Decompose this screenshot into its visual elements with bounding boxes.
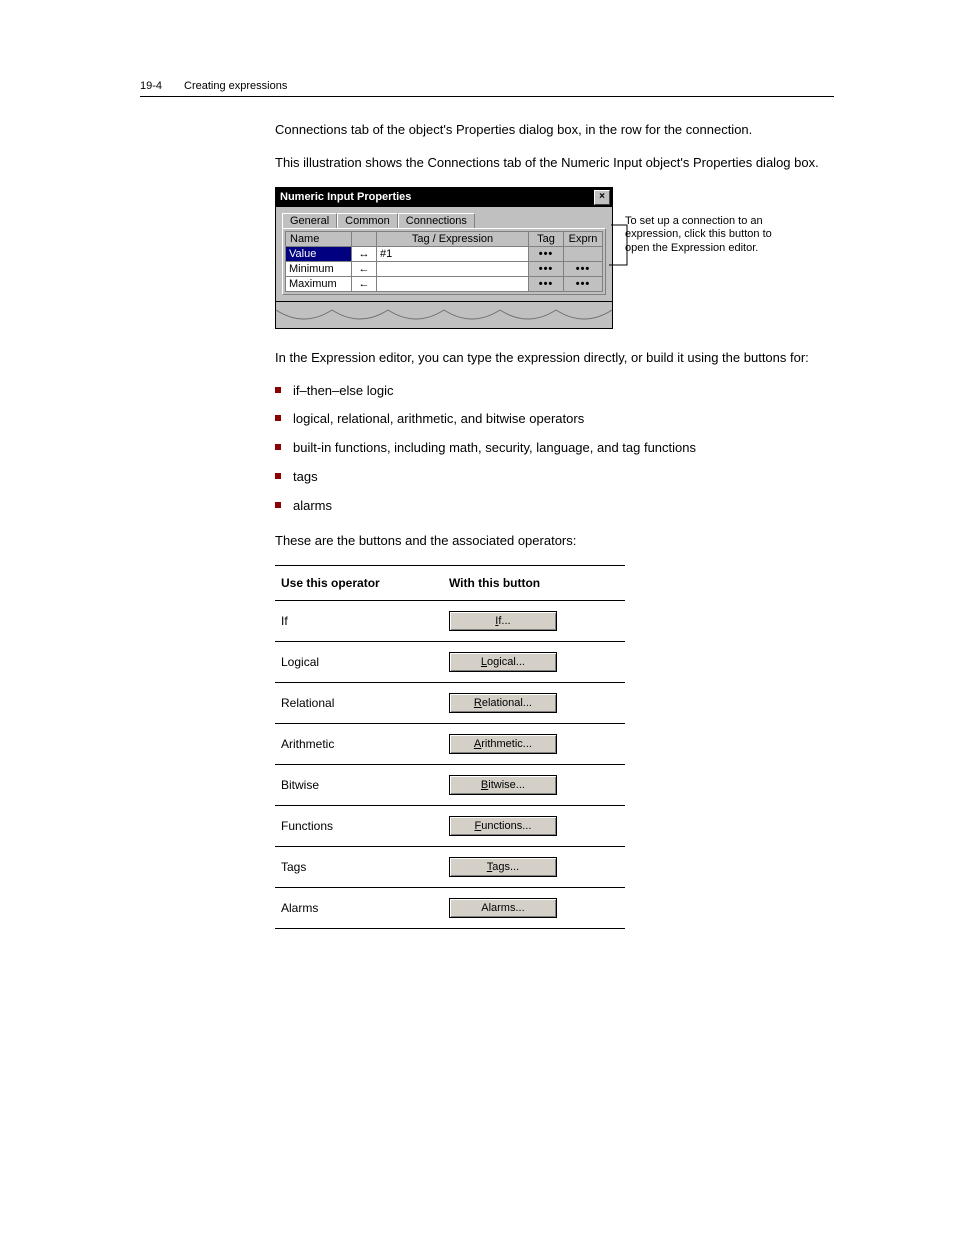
functions-button[interactable]: Functions... bbox=[449, 816, 557, 836]
cell-expr-max[interactable] bbox=[377, 276, 529, 291]
relational-button[interactable]: Relational... bbox=[449, 693, 557, 713]
col-tag: Tag bbox=[529, 231, 564, 246]
list-item: if–then–else logic bbox=[275, 382, 834, 401]
chapter-number: 19-4 bbox=[140, 80, 170, 92]
optable-header-button: With this button bbox=[443, 565, 625, 600]
list-item: built-in functions, including math, secu… bbox=[275, 439, 834, 458]
tab-common[interactable]: Common bbox=[337, 213, 398, 228]
col-direction bbox=[352, 231, 377, 246]
op-name: Arithmetic bbox=[275, 723, 443, 764]
exprn-cell-disabled bbox=[564, 246, 603, 261]
tag-browse-button[interactable]: ••• bbox=[529, 276, 564, 291]
cell-name-value: Value bbox=[286, 246, 352, 261]
chapter-title: Creating expressions bbox=[184, 80, 287, 92]
row-minimum: Minimum ••• ••• bbox=[286, 261, 603, 276]
expression-browse-button[interactable]: ••• bbox=[564, 261, 603, 276]
list-item: tags bbox=[275, 468, 834, 487]
table-row: If If... bbox=[275, 600, 625, 641]
alarms-button[interactable]: Alarms... bbox=[449, 898, 557, 918]
callout-text: To set up a connection to an expression,… bbox=[625, 215, 785, 256]
op-name: If bbox=[275, 600, 443, 641]
tab-connections[interactable]: Connections bbox=[398, 213, 475, 228]
op-name: Logical bbox=[275, 641, 443, 682]
cell-name-min: Minimum bbox=[286, 261, 352, 276]
arithmetic-button[interactable]: Arithmetic... bbox=[449, 734, 557, 754]
op-name: Bitwise bbox=[275, 764, 443, 805]
expression-browse-button[interactable]: ••• bbox=[564, 276, 603, 291]
tab-panel: Name Tag / Expression Tag Exprn Value #1… bbox=[282, 228, 606, 295]
cell-expr-value[interactable]: #1 bbox=[377, 246, 529, 261]
operator-button-table: Use this operator With this button If If… bbox=[275, 565, 625, 929]
table-row: Functions Functions... bbox=[275, 805, 625, 846]
optable-header-operator: Use this operator bbox=[275, 565, 443, 600]
table-row: Alarms Alarms... bbox=[275, 887, 625, 928]
op-name: Alarms bbox=[275, 887, 443, 928]
dialog-title: Numeric Input Properties bbox=[280, 191, 594, 203]
col-name: Name bbox=[286, 231, 352, 246]
cell-expr-min[interactable] bbox=[377, 261, 529, 276]
intro-paragraph-1: Connections tab of the object's Properti… bbox=[275, 121, 834, 140]
mid-paragraph: In the Expression editor, you can type t… bbox=[275, 349, 834, 368]
col-exprn: Exprn bbox=[564, 231, 603, 246]
tab-general[interactable]: General bbox=[282, 213, 337, 228]
tag-browse-button[interactable]: ••• bbox=[529, 246, 564, 261]
dialog-titlebar: Numeric Input Properties × bbox=[276, 188, 612, 207]
intro-paragraph-2: This illustration shows the Connections … bbox=[275, 154, 834, 173]
cell-name-max: Maximum bbox=[286, 276, 352, 291]
torn-edge bbox=[275, 302, 613, 329]
numeric-input-properties-dialog: Numeric Input Properties × General Commo… bbox=[275, 187, 613, 302]
table-row: Tags Tags... bbox=[275, 846, 625, 887]
logical-button[interactable]: Logical... bbox=[449, 652, 557, 672]
dialog-screenshot: Numeric Input Properties × General Commo… bbox=[275, 187, 655, 329]
table-row: Bitwise Bitwise... bbox=[275, 764, 625, 805]
list-item: logical, relational, arithmetic, and bit… bbox=[275, 410, 834, 429]
tags-button[interactable]: Tags... bbox=[449, 857, 557, 877]
tab-strip: General Common Connections bbox=[276, 207, 612, 228]
table-row: Arithmetic Arithmetic... bbox=[275, 723, 625, 764]
direction-icon bbox=[352, 261, 377, 276]
page-header: 19-4 Creating expressions bbox=[140, 80, 834, 92]
close-icon[interactable]: × bbox=[594, 190, 610, 205]
direction-icon bbox=[352, 246, 377, 261]
direction-icon bbox=[352, 276, 377, 291]
table-row: Logical Logical... bbox=[275, 641, 625, 682]
table-row: Relational Relational... bbox=[275, 682, 625, 723]
row-value: Value #1 ••• bbox=[286, 246, 603, 261]
op-name: Relational bbox=[275, 682, 443, 723]
connections-grid: Name Tag / Expression Tag Exprn Value #1… bbox=[285, 231, 603, 292]
bitwise-button[interactable]: Bitwise... bbox=[449, 775, 557, 795]
if-button[interactable]: If... bbox=[449, 611, 557, 631]
list-item: alarms bbox=[275, 497, 834, 516]
header-rule bbox=[140, 96, 834, 97]
row-maximum: Maximum ••• ••• bbox=[286, 276, 603, 291]
op-name: Functions bbox=[275, 805, 443, 846]
bullet-list: if–then–else logic logical, relational, … bbox=[275, 382, 834, 516]
tag-browse-button[interactable]: ••• bbox=[529, 261, 564, 276]
op-name: Tags bbox=[275, 846, 443, 887]
table-intro: These are the buttons and the associated… bbox=[275, 532, 834, 551]
col-expression: Tag / Expression bbox=[377, 231, 529, 246]
